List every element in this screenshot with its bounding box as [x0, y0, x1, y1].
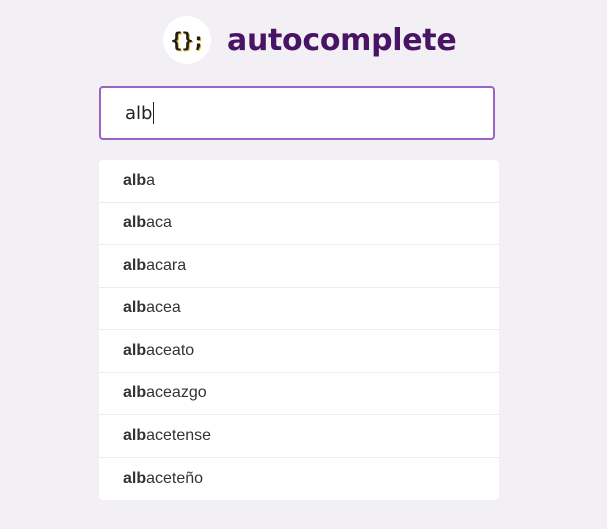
suggestion-match: alb: [123, 256, 147, 274]
suggestion-rest: acetense: [146, 426, 212, 444]
suggestion-match: alb: [123, 384, 147, 402]
suggestion-item[interactable]: alb a: [99, 160, 499, 203]
suggestion-item[interactable]: alb aca: [99, 203, 499, 245]
suggestion-item[interactable]: alb acea: [99, 288, 499, 330]
suggestion-item[interactable]: alb acetense: [99, 415, 499, 458]
curly-braces-icon: {};: [170, 28, 204, 52]
text-caret: [153, 102, 155, 124]
suggestion-match: alb: [123, 469, 147, 487]
suggestion-list: alb a alb aca alb acara alb acea alb aceato a…: [99, 160, 499, 500]
suggestion-item[interactable]: alb aceteño: [99, 458, 499, 501]
suggestion-rest: aceazgo: [146, 384, 207, 402]
suggestion-match: alb: [123, 171, 147, 189]
logo: {};: [163, 16, 211, 64]
header: {}; autocomplete: [163, 15, 457, 65]
suggestion-item[interactable]: alb acara: [99, 245, 499, 288]
suggestion-match: alb: [123, 299, 147, 317]
suggestion-rest: acara: [146, 256, 187, 274]
suggestion-match: alb: [123, 214, 147, 232]
search-input[interactable]: alb: [99, 86, 495, 140]
app-title: autocomplete: [227, 22, 457, 58]
suggestion-rest: a: [146, 171, 156, 189]
suggestion-item[interactable]: alb aceazgo: [99, 373, 499, 415]
suggestion-item[interactable]: alb aceato: [99, 330, 499, 373]
suggestion-rest: acea: [146, 299, 181, 317]
search-input-value: alb: [125, 102, 153, 124]
suggestion-match: alb: [123, 341, 147, 359]
suggestion-rest: aceteño: [146, 469, 204, 487]
suggestion-rest: aca: [146, 214, 172, 232]
suggestion-rest: aceato: [146, 341, 195, 359]
suggestion-match: alb: [123, 426, 147, 444]
